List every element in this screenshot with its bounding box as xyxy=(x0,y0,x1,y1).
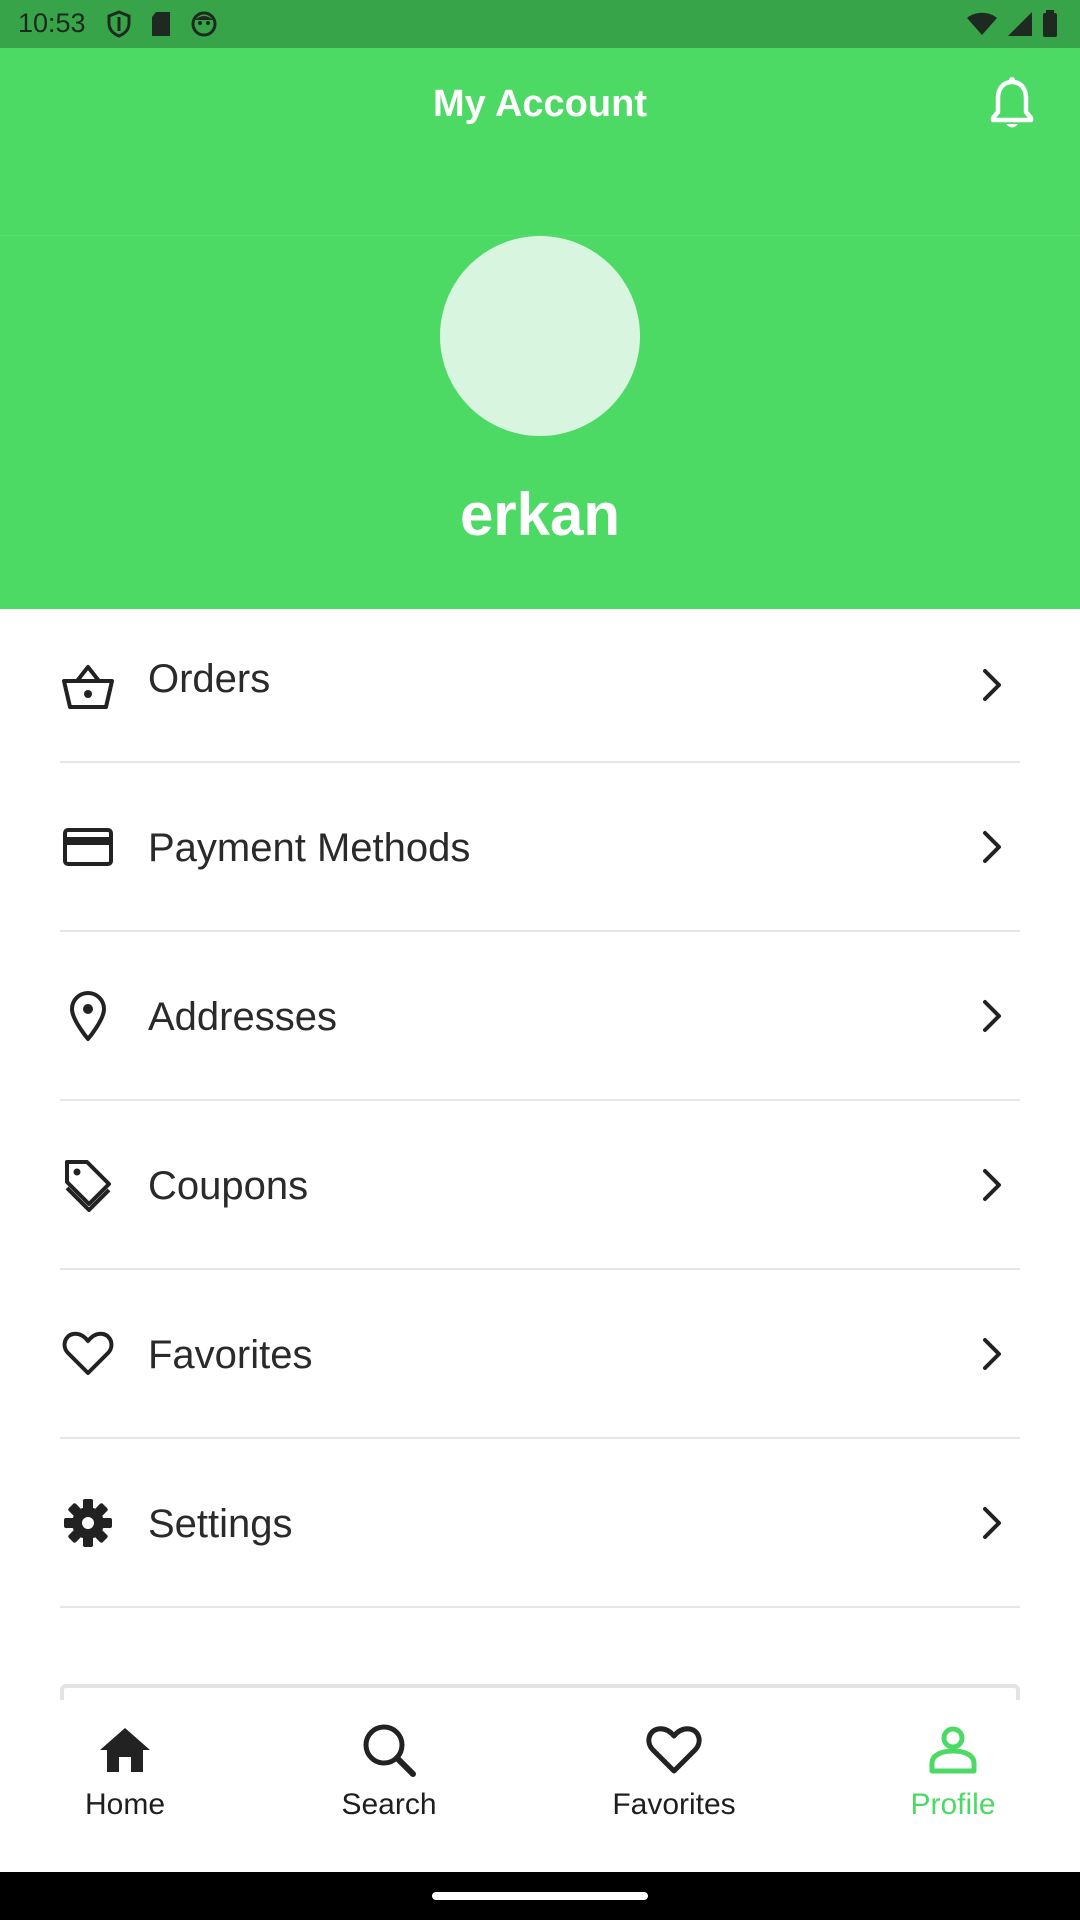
status-bar: 10:53 xyxy=(0,0,1080,48)
gear-icon xyxy=(60,1495,116,1551)
status-right-icons xyxy=(966,10,1058,43)
chevron-right-icon xyxy=(974,1499,1010,1547)
username: erkan xyxy=(459,481,621,548)
tag-icon xyxy=(60,1157,116,1213)
menu-item-favorites[interactable]: Favorites xyxy=(60,1270,1020,1439)
nav-item-search[interactable]: Search xyxy=(299,1720,479,1840)
menu-item-payment-methods[interactable]: Payment Methods xyxy=(60,763,1020,932)
menu-item-label: Payment Methods xyxy=(148,826,471,870)
profile-hero: erkan xyxy=(0,235,1080,609)
nav-item-home[interactable]: Home xyxy=(35,1720,215,1840)
menu-item-label: Settings xyxy=(148,1502,293,1546)
location-pin-icon xyxy=(60,988,116,1044)
bottom-nav: Home Search Favorites Profile xyxy=(0,1700,1080,1872)
menu-item-label: Coupons xyxy=(148,1164,309,1208)
system-gesture-bar xyxy=(0,1872,1080,1920)
chevron-right-icon xyxy=(974,823,1010,871)
app-header: My Account xyxy=(0,48,1080,235)
gesture-handle[interactable] xyxy=(432,1892,648,1900)
page-title: My Account xyxy=(433,83,647,125)
status-left-icons xyxy=(106,10,218,43)
credit-card-icon xyxy=(60,819,116,875)
heart-icon xyxy=(644,1720,704,1780)
sd-card-icon xyxy=(150,10,172,43)
basket-icon xyxy=(60,659,116,715)
menu-item-addresses[interactable]: Addresses xyxy=(60,932,1020,1101)
home-icon xyxy=(95,1720,155,1780)
status-time: 10:53 xyxy=(18,8,86,38)
menu-item-label: Favorites xyxy=(148,1333,313,1377)
menu-item-coupons[interactable]: Coupons xyxy=(60,1101,1020,1270)
nav-label: Home xyxy=(84,1788,166,1821)
avatar[interactable] xyxy=(440,236,640,436)
chevron-right-icon xyxy=(974,992,1010,1040)
heart-icon xyxy=(60,1326,116,1382)
search-icon xyxy=(359,1720,419,1780)
chevron-right-icon xyxy=(974,661,1010,709)
chevron-right-icon xyxy=(974,1330,1010,1378)
chevron-right-icon xyxy=(974,1161,1010,1209)
wifi-icon xyxy=(966,11,998,42)
notifications-button[interactable] xyxy=(984,76,1040,136)
nav-label: Profile xyxy=(910,1788,996,1821)
account-menu: Orders Payment Methods Addresses Coupons… xyxy=(60,609,1020,1608)
menu-item-orders[interactable]: Orders xyxy=(60,609,1020,763)
nav-item-favorites[interactable]: Favorites xyxy=(584,1720,764,1840)
person-icon xyxy=(923,1720,983,1780)
menu-item-label: Addresses xyxy=(148,995,337,1039)
nav-label: Favorites xyxy=(612,1788,736,1821)
menu-item-settings[interactable]: Settings xyxy=(60,1439,1020,1608)
face-icon xyxy=(190,10,218,43)
battery-icon xyxy=(1042,10,1058,43)
bell-icon xyxy=(988,76,1036,137)
nav-item-profile[interactable]: Profile xyxy=(863,1720,1043,1840)
menu-item-label: Orders xyxy=(148,657,271,701)
cellular-signal-icon xyxy=(1006,10,1034,43)
shield-icon xyxy=(106,10,132,43)
nav-label: Search xyxy=(341,1788,437,1821)
